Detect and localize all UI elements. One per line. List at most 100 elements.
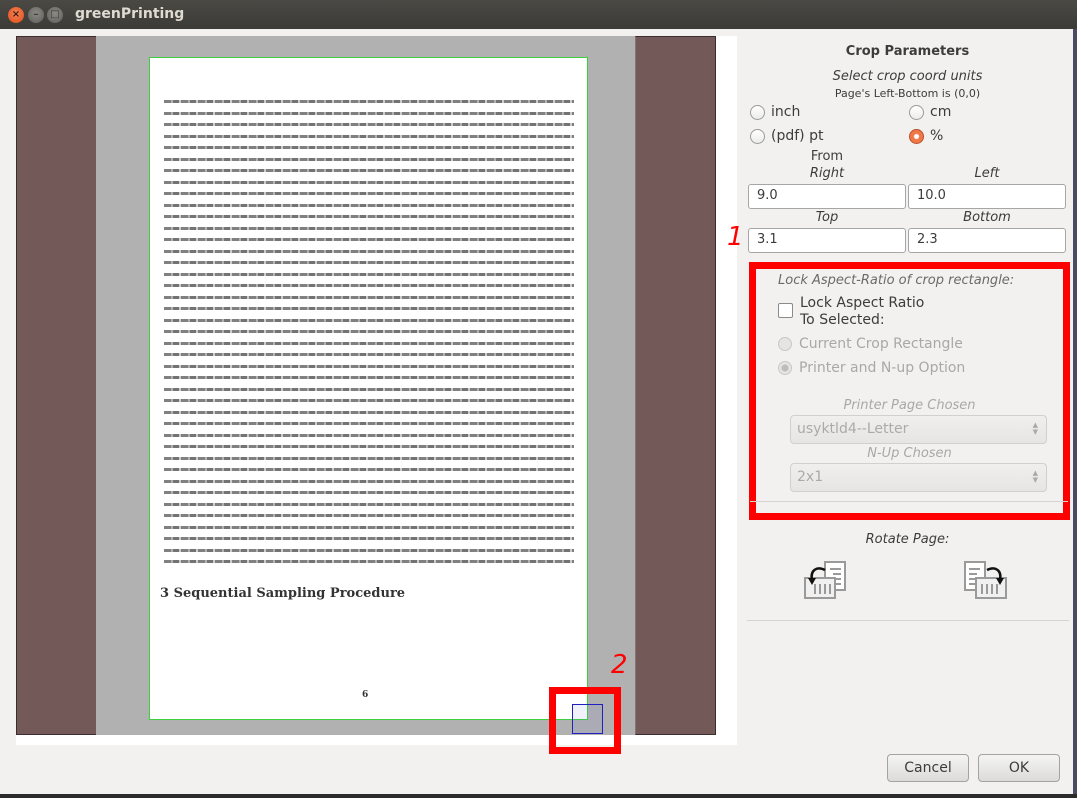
unit-radio-percent[interactable]: % <box>909 128 943 144</box>
right-crop-input[interactable]: 9.0 <box>748 184 906 209</box>
pdf-page: 3 Sequential Sampling Procedure 6 <box>149 57 588 720</box>
rotate-page-label: Rotate Page: <box>865 532 950 547</box>
from-label: From <box>810 149 844 164</box>
text-line <box>164 479 574 483</box>
text-line <box>164 295 574 299</box>
page-preview: 3 Sequential Sampling Procedure 6 <box>16 36 737 745</box>
text-line <box>164 100 574 103</box>
text-line <box>164 157 574 161</box>
lock-aspect-checkbox-label: Lock Aspect Ratio To Selected: <box>800 295 924 329</box>
text-line <box>164 318 574 322</box>
text-line <box>164 284 574 287</box>
text-line <box>164 353 574 356</box>
maximize-icon[interactable]: □ <box>47 7 63 23</box>
separator <box>750 501 1068 502</box>
top-crop-input[interactable]: 3.1 <box>748 228 906 253</box>
radio-icon <box>750 104 765 120</box>
radio-label: Current Crop Rectangle <box>799 336 963 352</box>
window-title: greenPrinting <box>75 6 185 22</box>
unit-radio-pt[interactable]: (pdf) pt <box>750 128 823 144</box>
lock-aspect-ratio-group: Lock Aspect-Ratio of crop rectangle: Loc… <box>749 262 1070 520</box>
printer-page-select[interactable]: usyktld4--Letter ▲ ▼ <box>790 415 1047 444</box>
text-line <box>164 330 574 333</box>
top-label: Top <box>815 210 839 225</box>
close-icon[interactable]: × <box>8 7 24 23</box>
text-line <box>164 514 574 517</box>
text-line <box>164 134 574 138</box>
radio-current-crop-rectangle[interactable]: Current Crop Rectangle <box>778 336 963 352</box>
rotate-cw-button[interactable] <box>963 560 1009 602</box>
text-line <box>164 445 574 448</box>
bottom-crop-input[interactable]: 2.3 <box>908 228 1066 253</box>
unit-radio-inch[interactable]: inch <box>750 104 800 120</box>
window-border <box>1073 29 1077 798</box>
annotation-label-1: 1 <box>727 222 744 252</box>
radio-selected-icon <box>778 361 792 375</box>
rotate-cw-icon <box>964 561 1007 599</box>
text-line <box>164 146 574 149</box>
ok-button[interactable]: OK <box>978 754 1060 782</box>
separator <box>747 620 1069 621</box>
text-line <box>164 399 574 402</box>
text-line <box>164 249 574 253</box>
page-text-lines <box>164 100 574 572</box>
text-line <box>164 410 574 414</box>
text-line <box>164 192 574 195</box>
text-line <box>164 180 574 184</box>
printer-page-label: Printer Page Chosen <box>843 398 976 413</box>
text-line <box>164 548 574 552</box>
spin-arrows-icon: ▲ ▼ <box>1032 421 1038 436</box>
rotate-ccw-icon <box>804 561 846 599</box>
checkbox-label-line2: To Selected: <box>800 312 885 328</box>
text-line <box>164 502 574 506</box>
radio-icon <box>750 128 765 144</box>
text-line <box>164 261 574 264</box>
nup-value: 2x1 <box>797 469 824 485</box>
text-line <box>164 341 574 345</box>
lock-aspect-checkbox-row[interactable]: Lock Aspect Ratio To Selected: <box>778 295 924 329</box>
nup-label: N-Up Chosen <box>867 446 952 461</box>
checkbox-label-line1: Lock Aspect Ratio <box>800 295 925 311</box>
text-line <box>164 203 574 207</box>
spin-arrows-icon: ▲ ▼ <box>1032 469 1038 484</box>
left-label: Left <box>974 166 1000 181</box>
bottom-label: Bottom <box>963 210 1011 225</box>
cancel-button[interactable]: Cancel <box>887 754 969 782</box>
section-heading: 3 Sequential Sampling Procedure <box>160 586 406 601</box>
text-line <box>164 169 574 172</box>
window-border <box>0 794 1077 798</box>
text-line <box>164 364 574 368</box>
text-line <box>164 123 574 126</box>
radio-icon <box>909 104 924 120</box>
text-line <box>164 433 574 437</box>
unit-radio-cm[interactable]: cm <box>909 104 951 120</box>
page-area: 3 Sequential Sampling Procedure 6 <box>16 36 716 735</box>
rotate-ccw-button[interactable] <box>803 560 849 602</box>
radio-selected-icon <box>909 128 924 144</box>
text-line <box>164 376 574 379</box>
radio-label: Printer and N-up Option <box>799 360 966 376</box>
left-crop-input[interactable]: 10.0 <box>908 184 1066 209</box>
nup-select[interactable]: 2x1 ▲ ▼ <box>790 463 1047 492</box>
text-line <box>164 111 574 115</box>
text-line <box>164 387 574 391</box>
lock-aspect-title: Lock Aspect-Ratio of crop rectangle: <box>778 273 1015 288</box>
annotation-label-2: 2 <box>611 650 628 680</box>
origin-note: Page's Left-Bottom is (0,0) <box>834 87 981 100</box>
minimize-icon[interactable]: – <box>28 7 44 23</box>
radio-label: inch <box>771 104 801 120</box>
lock-aspect-checkbox[interactable] <box>778 303 793 318</box>
printer-page-value: usyktld4--Letter <box>797 421 909 437</box>
text-line <box>164 537 574 540</box>
text-line <box>164 560 574 563</box>
radio-label: cm <box>930 104 952 120</box>
text-line <box>164 238 574 241</box>
text-line <box>164 525 574 529</box>
annotation-box-2 <box>549 687 621 754</box>
radio-label: (pdf) pt <box>771 128 824 144</box>
text-line <box>164 456 574 460</box>
left-crop-margin <box>16 36 96 735</box>
right-crop-margin <box>635 36 716 735</box>
right-label: Right <box>809 166 845 181</box>
radio-printer-nup-option[interactable]: Printer and N-up Option <box>778 360 965 376</box>
